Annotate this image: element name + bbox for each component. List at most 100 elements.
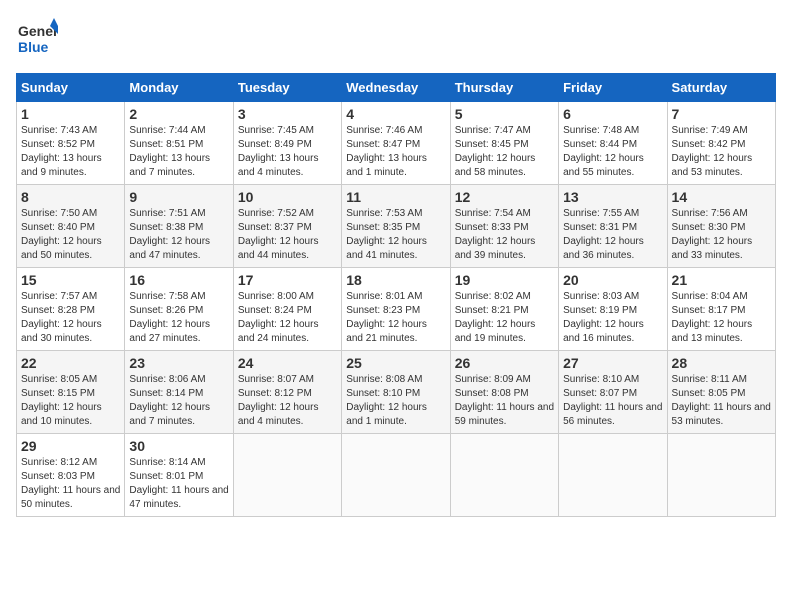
calendar-cell <box>233 434 341 517</box>
day-number: 14 <box>672 189 771 205</box>
calendar-cell: 15Sunrise: 7:57 AMSunset: 8:28 PMDayligh… <box>17 268 125 351</box>
calendar-cell: 28 Sunrise: 8:11 AMSunset: 8:05 PMDayligh… <box>667 351 775 434</box>
calendar-cell: 22 Sunrise: 8:05 AMSunset: 8:15 PMDayligh… <box>17 351 125 434</box>
week-row-1: 1Sunrise: 7:43 AMSunset: 8:52 PMDaylight… <box>17 102 776 185</box>
day-info: Sunrise: 8:12 AMSunset: 8:03 PMDaylight:… <box>21 456 120 512</box>
page-header: General Blue <box>16 16 776 63</box>
calendar-cell: 11 Sunrise: 7:53 AMSunset: 8:35 PMDayligh… <box>342 185 450 268</box>
day-info: Sunrise: 7:47 AMSunset: 8:45 PMDaylight:… <box>455 124 554 180</box>
day-number: 7 <box>672 106 771 122</box>
day-info: Sunrise: 7:54 AMSunset: 8:33 PMDaylight:… <box>455 207 554 263</box>
day-number: 11 <box>346 189 445 205</box>
day-info: Sunrise: 7:49 AMSunset: 8:42 PMDaylight:… <box>672 124 771 180</box>
calendar-cell <box>559 434 667 517</box>
day-info: Sunrise: 8:06 AMSunset: 8:14 PMDaylight:… <box>129 373 228 429</box>
day-number: 27 <box>563 355 662 371</box>
day-number: 28 <box>672 355 771 371</box>
calendar-cell: 13Sunrise: 7:55 AMSunset: 8:31 PMDayligh… <box>559 185 667 268</box>
calendar-cell: 21 Sunrise: 8:04 AMSunset: 8:17 PMDayligh… <box>667 268 775 351</box>
logo-icon: General Blue <box>16 16 58 58</box>
day-info: Sunrise: 8:02 AMSunset: 8:21 PMDaylight:… <box>455 290 554 346</box>
calendar-cell: 30Sunrise: 8:14 AMSunset: 8:01 PMDayligh… <box>125 434 233 517</box>
calendar-cell: 8 Sunrise: 7:50 AMSunset: 8:40 PMDaylight… <box>17 185 125 268</box>
calendar-cell: 19 Sunrise: 8:02 AMSunset: 8:21 PMDayligh… <box>450 268 558 351</box>
header-tuesday: Tuesday <box>233 74 341 102</box>
day-number: 22 <box>21 355 120 371</box>
day-number: 1 <box>21 106 120 122</box>
day-info: Sunrise: 8:05 AMSunset: 8:15 PMDaylight:… <box>21 373 120 429</box>
day-number: 23 <box>129 355 228 371</box>
day-info: Sunrise: 7:58 AMSunset: 8:26 PMDaylight:… <box>129 290 228 346</box>
day-number: 24 <box>238 355 337 371</box>
day-info: Sunrise: 8:00 AMSunset: 8:24 PMDaylight:… <box>238 290 337 346</box>
calendar-cell: 9Sunrise: 7:51 AMSunset: 8:38 PMDaylight… <box>125 185 233 268</box>
day-number: 16 <box>129 272 228 288</box>
day-info: Sunrise: 8:14 AMSunset: 8:01 PMDaylight:… <box>129 456 228 512</box>
day-info: Sunrise: 7:48 AMSunset: 8:44 PMDaylight:… <box>563 124 662 180</box>
day-info: Sunrise: 7:56 AMSunset: 8:30 PMDaylight:… <box>672 207 771 263</box>
svg-text:Blue: Blue <box>18 39 49 55</box>
logo: General Blue <box>16 16 58 63</box>
calendar-cell <box>342 434 450 517</box>
day-number: 2 <box>129 106 228 122</box>
calendar-cell: 3 Sunrise: 7:45 AMSunset: 8:49 PMDaylight… <box>233 102 341 185</box>
day-info: Sunrise: 7:46 AMSunset: 8:47 PMDaylight:… <box>346 124 445 180</box>
calendar-cell: 2 Sunrise: 7:44 AMSunset: 8:51 PMDaylight… <box>125 102 233 185</box>
calendar-cell: 4 Sunrise: 7:46 AMSunset: 8:47 PMDaylight… <box>342 102 450 185</box>
day-info: Sunrise: 8:08 AMSunset: 8:10 PMDaylight:… <box>346 373 445 429</box>
day-info: Sunrise: 7:50 AMSunset: 8:40 PMDaylight:… <box>21 207 120 263</box>
calendar-cell: 5 Sunrise: 7:47 AMSunset: 8:45 PMDaylight… <box>450 102 558 185</box>
header-sunday: Sunday <box>17 74 125 102</box>
day-info: Sunrise: 7:44 AMSunset: 8:51 PMDaylight:… <box>129 124 228 180</box>
day-number: 6 <box>563 106 662 122</box>
day-info: Sunrise: 7:52 AMSunset: 8:37 PMDaylight:… <box>238 207 337 263</box>
header-saturday: Saturday <box>667 74 775 102</box>
calendar-cell: 14 Sunrise: 7:56 AMSunset: 8:30 PMDayligh… <box>667 185 775 268</box>
header-wednesday: Wednesday <box>342 74 450 102</box>
calendar-cell: 23 Sunrise: 8:06 AMSunset: 8:14 PMDayligh… <box>125 351 233 434</box>
day-info: Sunrise: 7:55 AMSunset: 8:31 PMDaylight:… <box>563 207 662 263</box>
calendar-cell: 18 Sunrise: 8:01 AMSunset: 8:23 PMDayligh… <box>342 268 450 351</box>
calendar-cell <box>450 434 558 517</box>
calendar-cell: 6 Sunrise: 7:48 AMSunset: 8:44 PMDaylight… <box>559 102 667 185</box>
day-number: 10 <box>238 189 337 205</box>
calendar-cell: 10 Sunrise: 7:52 AMSunset: 8:37 PMDayligh… <box>233 185 341 268</box>
header-monday: Monday <box>125 74 233 102</box>
calendar-cell: 29 Sunrise: 8:12 AMSunset: 8:03 PMDayligh… <box>17 434 125 517</box>
day-number: 26 <box>455 355 554 371</box>
calendar-cell: 7 Sunrise: 7:49 AMSunset: 8:42 PMDaylight… <box>667 102 775 185</box>
day-number: 18 <box>346 272 445 288</box>
day-number: 8 <box>21 189 120 205</box>
day-info: Sunrise: 7:53 AMSunset: 8:35 PMDaylight:… <box>346 207 445 263</box>
day-info: Sunrise: 7:45 AMSunset: 8:49 PMDaylight:… <box>238 124 337 180</box>
calendar-cell: 26 Sunrise: 8:09 AMSunset: 8:08 PMDayligh… <box>450 351 558 434</box>
day-number: 20 <box>563 272 662 288</box>
day-number: 12 <box>455 189 554 205</box>
day-number: 5 <box>455 106 554 122</box>
calendar-cell: 1Sunrise: 7:43 AMSunset: 8:52 PMDaylight… <box>17 102 125 185</box>
day-info: Sunrise: 8:04 AMSunset: 8:17 PMDaylight:… <box>672 290 771 346</box>
day-info: Sunrise: 8:11 AMSunset: 8:05 PMDaylight:… <box>672 373 771 429</box>
day-number: 29 <box>21 438 120 454</box>
day-info: Sunrise: 8:01 AMSunset: 8:23 PMDaylight:… <box>346 290 445 346</box>
day-info: Sunrise: 8:10 AMSunset: 8:07 PMDaylight:… <box>563 373 662 429</box>
day-number: 21 <box>672 272 771 288</box>
day-number: 4 <box>346 106 445 122</box>
calendar-header-row: SundayMondayTuesdayWednesdayThursdayFrid… <box>17 74 776 102</box>
week-row-5: 29 Sunrise: 8:12 AMSunset: 8:03 PMDayligh… <box>17 434 776 517</box>
header-thursday: Thursday <box>450 74 558 102</box>
calendar-cell: 24Sunrise: 8:07 AMSunset: 8:12 PMDayligh… <box>233 351 341 434</box>
calendar-cell: 16 Sunrise: 7:58 AMSunset: 8:26 PMDayligh… <box>125 268 233 351</box>
calendar-cell: 17 Sunrise: 8:00 AMSunset: 8:24 PMDayligh… <box>233 268 341 351</box>
day-info: Sunrise: 7:51 AMSunset: 8:38 PMDaylight:… <box>129 207 228 263</box>
day-number: 3 <box>238 106 337 122</box>
day-info: Sunrise: 8:03 AMSunset: 8:19 PMDaylight:… <box>563 290 662 346</box>
day-info: Sunrise: 8:09 AMSunset: 8:08 PMDaylight:… <box>455 373 554 429</box>
day-number: 17 <box>238 272 337 288</box>
calendar-cell <box>667 434 775 517</box>
week-row-4: 22 Sunrise: 8:05 AMSunset: 8:15 PMDayligh… <box>17 351 776 434</box>
calendar-table: SundayMondayTuesdayWednesdayThursdayFrid… <box>16 73 776 517</box>
week-row-3: 15Sunrise: 7:57 AMSunset: 8:28 PMDayligh… <box>17 268 776 351</box>
day-number: 25 <box>346 355 445 371</box>
day-number: 19 <box>455 272 554 288</box>
